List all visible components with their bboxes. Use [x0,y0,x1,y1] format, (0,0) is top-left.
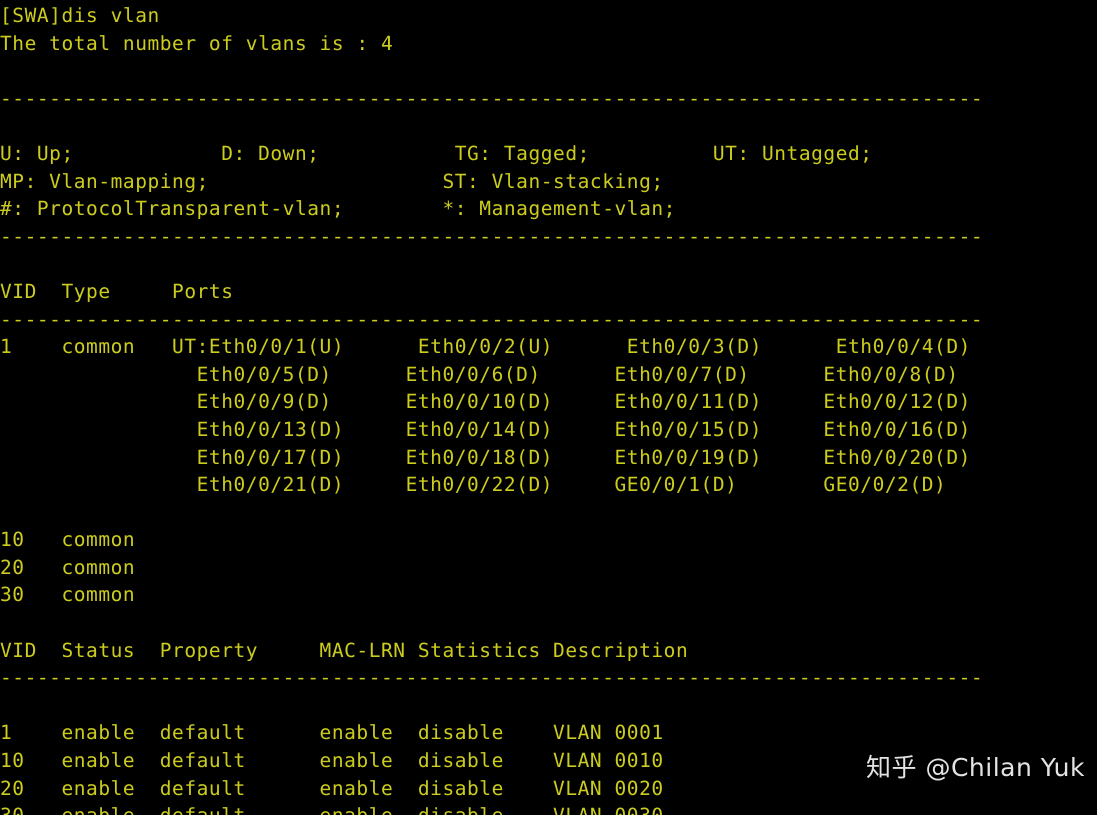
table-row: 30 enable default enable disable VLAN 00… [0,802,1097,815]
separator-line-4: ----------------------------------------… [0,666,984,690]
terminal-output: [SWA]dis vlan The total number of vlans … [0,2,1097,815]
legend-line-2: MP: Vlan-mapping; ST: Vlan-stacking; [0,169,664,193]
table-row: Eth0/0/5(D) Eth0/0/6(D) Eth0/0/7(D) Eth0… [0,362,959,386]
command-line: [SWA]dis vlan [0,4,160,27]
table-row: 1 common UT:Eth0/0/1(U) Eth0/0/2(U) Eth0… [0,335,971,359]
separator-line-3: ----------------------------------------… [0,307,984,331]
table-row: Eth0/0/21(D) Eth0/0/22(D) GE0/0/1(D) GE0… [0,473,947,497]
total-vlans-line: The total number of vlans is : 4 [0,31,394,55]
table-row: 30 common [0,583,136,607]
status-table-header: VID Status Property MAC-LRN Statistics D… [0,638,689,662]
ports-table-header: VID Type Ports [0,279,234,303]
table-row: 1 enable default enable disable VLAN 000… [0,721,664,745]
table-row: Eth0/0/17(D) Eth0/0/18(D) Eth0/0/19(D) E… [0,445,971,469]
table-row: 10 common [0,528,136,552]
terminal-window[interactable]: [SWA]dis vlan The total number of vlans … [0,0,1097,815]
separator-line-1: ----------------------------------------… [0,86,984,110]
table-row: 20 common [0,555,136,579]
table-row: Eth0/0/9(D) Eth0/0/10(D) Eth0/0/11(D) Et… [0,390,971,414]
table-row: 10 enable default enable disable VLAN 00… [0,749,664,773]
legend-line-1: U: Up; D: Down; TG: Tagged; UT: Untagged… [0,141,873,165]
table-row: Eth0/0/13(D) Eth0/0/14(D) Eth0/0/15(D) E… [0,417,971,441]
legend-line-3: #: ProtocolTransparent-vlan; *: Manageme… [0,197,676,221]
table-row: 20 enable default enable disable VLAN 00… [0,776,664,800]
separator-line-2: ----------------------------------------… [0,224,984,248]
